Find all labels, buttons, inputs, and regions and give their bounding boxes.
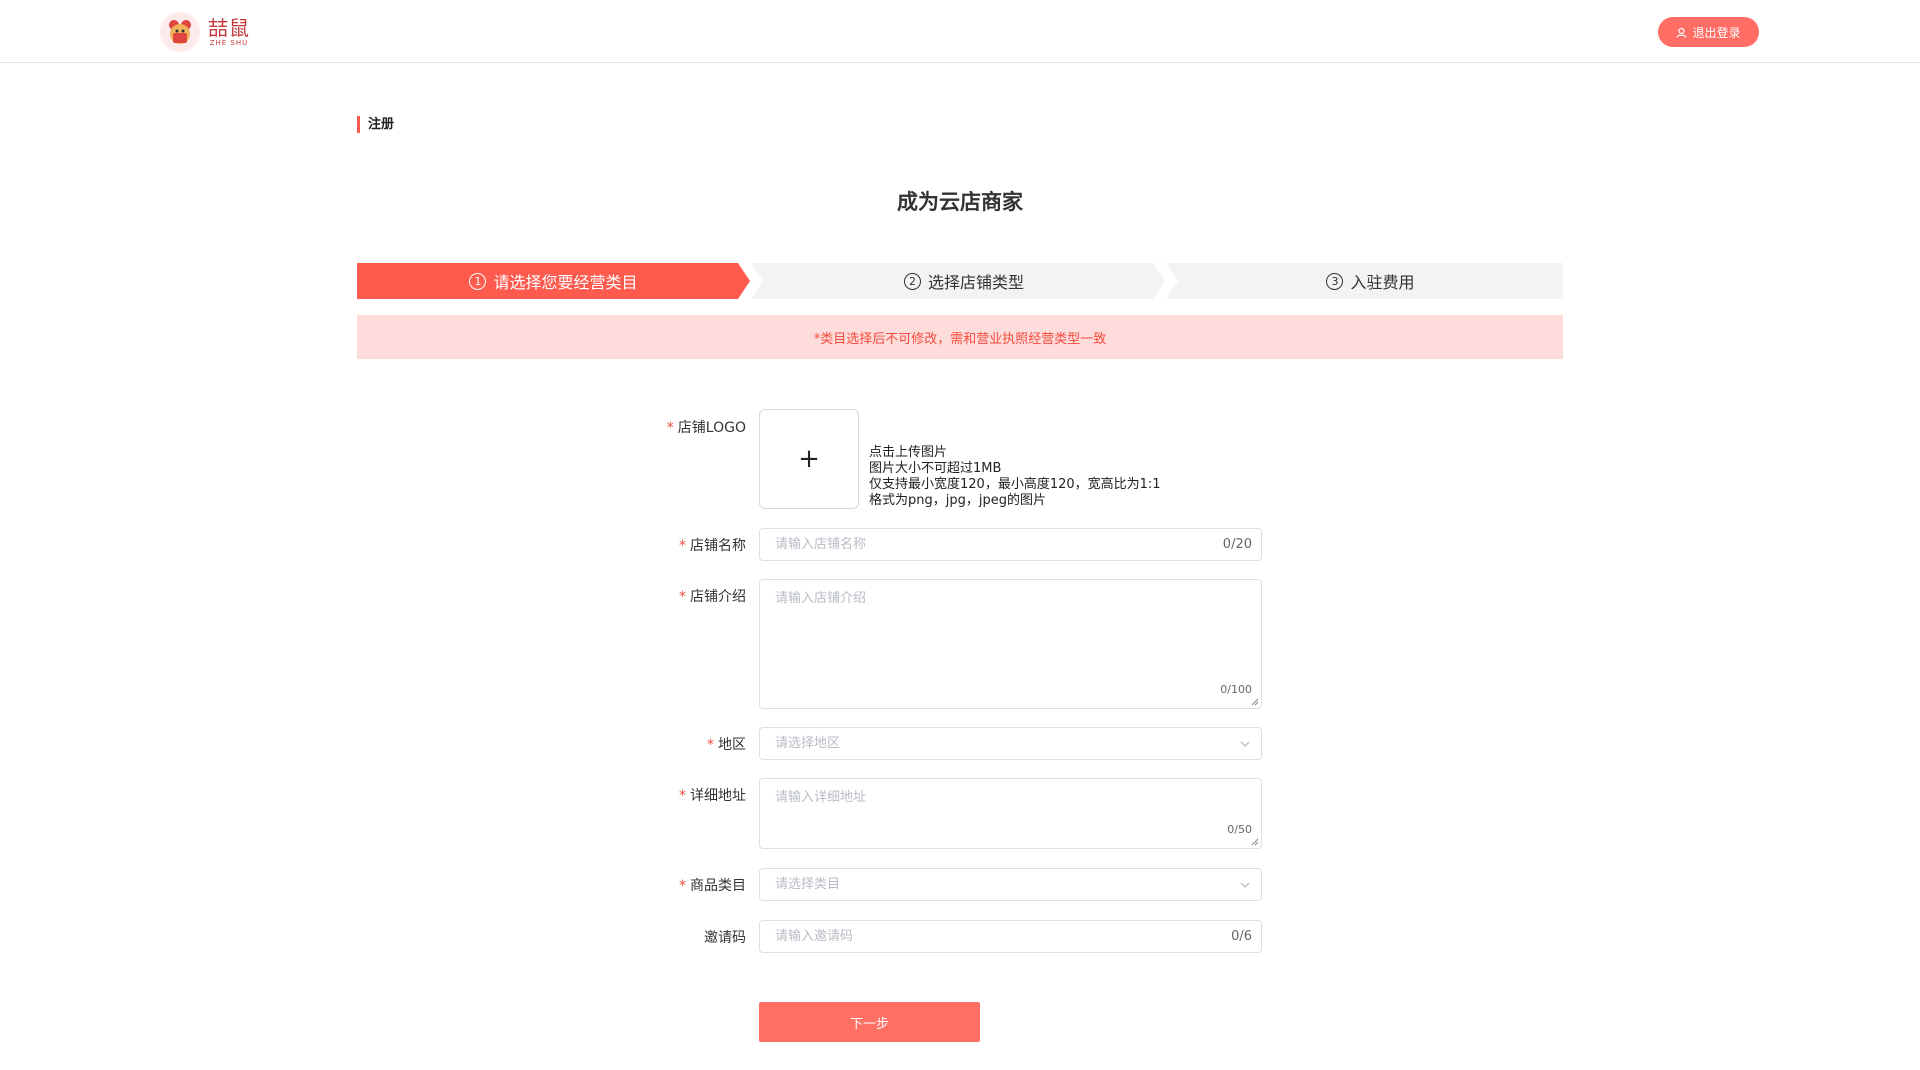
brand-logo[interactable]: 喆鼠 ZHE SHU xyxy=(160,12,250,52)
address-count: 0/50 xyxy=(1227,823,1252,836)
logo-label: * 店铺LOGO xyxy=(666,420,746,436)
page-title: 成为云店商家 xyxy=(897,190,1023,214)
category-notice: *类目选择后不可修改，需和营业执照经营类型一致 xyxy=(357,315,1563,359)
logo-subtitle: ZHE SHU xyxy=(209,38,249,47)
user-icon xyxy=(1676,27,1688,38)
chevron-down-icon xyxy=(1240,882,1250,888)
section-title: 注册 xyxy=(357,116,394,133)
resize-handle-icon[interactable] xyxy=(1251,698,1259,706)
region-select[interactable]: 请选择地区 xyxy=(759,727,1262,760)
shop-intro-count: 0/100 xyxy=(1220,683,1252,696)
chevron-down-icon xyxy=(1240,741,1250,747)
logout-label: 退出登录 xyxy=(1692,25,1741,40)
shop-name-input[interactable]: 请输入店铺名称 0/20 xyxy=(759,528,1262,561)
invite-label: 邀请码 xyxy=(704,930,746,946)
top-header: 喆鼠 ZHE SHU 退出登录 xyxy=(0,0,1920,63)
upload-tips: 点击上传图片 图片大小不可超过1MB 仅支持最小宽度120，最小高度120，宽高… xyxy=(869,445,1161,508)
next-step-button[interactable]: 下一步 xyxy=(759,1002,980,1042)
invite-count: 0/6 xyxy=(1231,929,1252,944)
category-label: * 商品类目 xyxy=(679,878,746,894)
region-label: * 地区 xyxy=(707,737,746,753)
shop-name-placeholder: 请输入店铺名称 xyxy=(775,537,867,552)
step-label: 请选择您要经营类目 xyxy=(493,273,638,292)
plus-icon: + xyxy=(798,444,820,474)
shop-name-count: 0/20 xyxy=(1222,537,1252,552)
invite-code-input[interactable]: 请输入邀请码 0/6 xyxy=(759,920,1262,953)
address-textarea[interactable]: 请输入详细地址 0/50 xyxy=(759,778,1262,849)
category-select[interactable]: 请选择类目 xyxy=(759,868,1262,901)
step-progress: 1 请选择您要经营类目 2 选择店铺类型 3 入驻费用 xyxy=(357,263,1563,299)
category-placeholder: 请选择类目 xyxy=(775,877,841,892)
step-3: 3 入驻费用 xyxy=(1166,263,1563,299)
step-label: 选择店铺类型 xyxy=(927,273,1024,292)
shop-intro-placeholder: 请输入店铺介绍 xyxy=(775,591,867,606)
logout-button[interactable]: 退出登录 xyxy=(1658,17,1759,47)
region-placeholder: 请选择地区 xyxy=(775,736,841,751)
step-1: 1 请选择您要经营类目 xyxy=(357,263,750,299)
resize-handle-icon[interactable] xyxy=(1251,838,1259,846)
address-label: * 详细地址 xyxy=(679,788,746,804)
invite-placeholder: 请输入邀请码 xyxy=(775,929,854,944)
mouse-mascot-icon xyxy=(160,12,200,52)
shop-intro-label: * 店铺介绍 xyxy=(679,589,746,605)
step-label: 入驻费用 xyxy=(1350,273,1415,292)
shop-intro-textarea[interactable]: 请输入店铺介绍 0/100 xyxy=(759,579,1262,709)
logo-upload-button[interactable]: + xyxy=(759,409,859,509)
step-number: 1 xyxy=(469,272,487,290)
step-2: 2 选择店铺类型 xyxy=(751,263,1165,299)
address-placeholder: 请输入详细地址 xyxy=(775,790,867,805)
step-number: 2 xyxy=(903,272,921,290)
shop-name-label: * 店铺名称 xyxy=(679,538,746,554)
step-number: 3 xyxy=(1326,272,1344,290)
logo-name: 喆鼠 xyxy=(208,15,250,40)
